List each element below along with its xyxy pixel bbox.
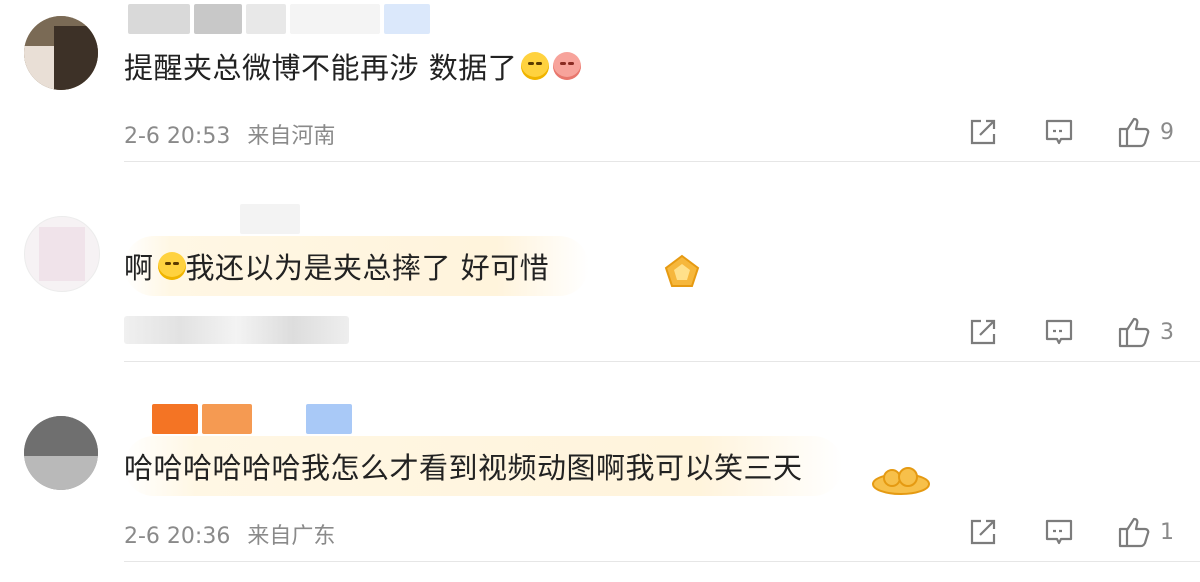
- avatar[interactable]: [24, 16, 98, 90]
- share-icon: [970, 119, 996, 145]
- comment-text: 啊 我还以为是夹总摔了 好可惜: [124, 236, 590, 296]
- comment-item-2: 啊 我还以为是夹总摔了 好可惜 3: [0, 182, 1200, 382]
- comment-text: 提醒夹总微博不能再涉 数据了: [124, 36, 621, 96]
- username-blurred[interactable]: [128, 204, 300, 234]
- comment-text-body: 哈哈哈哈哈哈我怎么才看到视频动图啊我可以笑三天: [124, 451, 803, 485]
- divider: [124, 561, 1200, 562]
- gold-cloud-badge-icon: [872, 467, 930, 495]
- like-count: 3: [1160, 319, 1174, 345]
- avatar[interactable]: [24, 216, 100, 292]
- comment-text: 哈哈哈哈哈哈我怎么才看到视频动图啊我可以笑三天: [124, 436, 843, 496]
- comment-icon: [1045, 119, 1073, 145]
- like-count: 1: [1160, 519, 1174, 545]
- like-count: 9: [1160, 119, 1174, 145]
- thumbs-up-icon: [1118, 317, 1150, 348]
- comment-item-1: 提醒夹总微博不能再涉 数据了 2-6 20:53 来自河南 9: [0, 0, 1200, 182]
- pig-emoji-icon: [553, 52, 582, 80]
- like-button[interactable]: 9: [1118, 112, 1174, 152]
- thumbs-up-icon: [1118, 117, 1150, 148]
- divider: [124, 161, 1200, 162]
- comment-text-body-2: 我还以为是夹总摔了 好可惜: [185, 251, 550, 285]
- comment-item-3: 哈哈哈哈哈哈我怎么才看到视频动图啊我可以笑三天 2-6 20:36 来自广东 1: [0, 382, 1200, 582]
- share-button[interactable]: [968, 112, 998, 152]
- username-blurred[interactable]: [128, 404, 352, 434]
- share-icon: [970, 519, 996, 545]
- reply-button[interactable]: [1044, 312, 1074, 352]
- gold-badge-icon: [664, 254, 700, 287]
- reply-button[interactable]: [1044, 112, 1074, 152]
- share-icon: [970, 319, 996, 345]
- dizzy-emoji-icon: [157, 252, 186, 280]
- divider: [124, 361, 1200, 362]
- avatar[interactable]: [24, 416, 98, 490]
- like-button[interactable]: 1: [1118, 512, 1174, 552]
- comment-icon: [1045, 319, 1073, 345]
- comment-icon: [1045, 519, 1073, 545]
- comment-text-body: 啊: [124, 251, 154, 285]
- like-button[interactable]: 3: [1118, 312, 1174, 352]
- share-button[interactable]: [968, 312, 998, 352]
- grin-emoji-icon: [521, 52, 550, 80]
- comment-text-body: 提醒夹总微博不能再涉 数据了: [124, 51, 518, 85]
- reply-button[interactable]: [1044, 512, 1074, 552]
- username-blurred[interactable]: [128, 4, 430, 34]
- thumbs-up-icon: [1118, 517, 1150, 548]
- share-button[interactable]: [968, 512, 998, 552]
